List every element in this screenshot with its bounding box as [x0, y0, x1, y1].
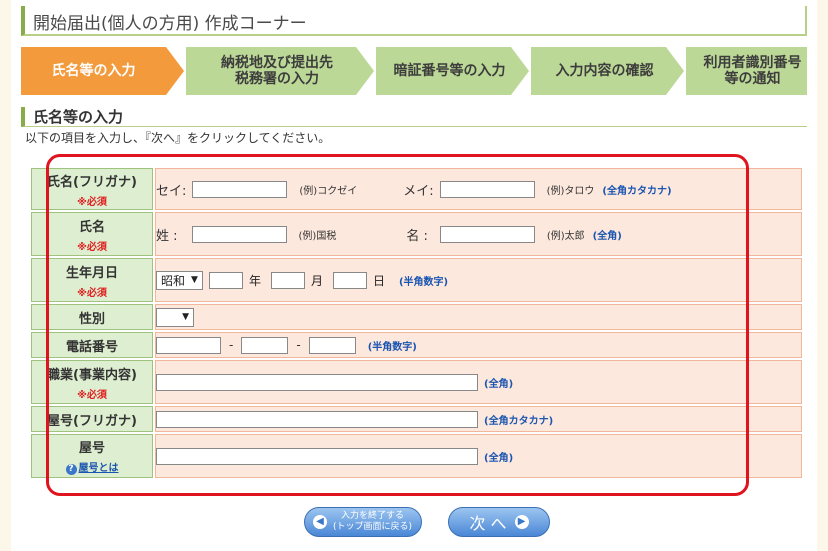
step-confirm: 入力内容の確認 — [531, 47, 666, 95]
step-name-entry: 氏名等の入力 — [21, 47, 166, 95]
section-title: 氏名等の入力 — [33, 108, 124, 126]
title-endcap — [805, 6, 807, 34]
page-title: 開始届出(個人の方用) 作成コーナー — [33, 14, 307, 34]
highlight-annotation — [46, 154, 749, 496]
instruction-text: 以下の項目を入力し、『次へ』をクリックしてください。 — [25, 131, 331, 145]
next-button[interactable]: 次 へ ▶ — [448, 507, 550, 537]
title-bar: 開始届出(個人の方用) 作成コーナー — [21, 6, 807, 36]
step-arrow-active — [166, 47, 184, 95]
exit-button[interactable]: ◀ 入力を終了する (トップ画面に戻る) — [304, 507, 422, 537]
step-arrow — [356, 47, 374, 95]
page: 開始届出(個人の方用) 作成コーナー 氏名等の入力 納税地及び提出先 税務署の入… — [11, 0, 817, 551]
step-arrow — [666, 47, 684, 95]
arrow-right-icon: ▶ — [514, 515, 529, 529]
section-heading: 氏名等の入力 — [21, 107, 807, 127]
step-tax-office: 納税地及び提出先 税務署の入力 — [186, 47, 356, 95]
step-notice: 利用者識別番号 等の通知 — [686, 47, 807, 95]
progress-steps: 氏名等の入力 納税地及び提出先 税務署の入力 暗証番号等の入力 入力内容の確認 … — [21, 47, 807, 95]
step-pin: 暗証番号等の入力 — [376, 47, 511, 95]
step-arrow — [511, 47, 529, 95]
arrow-left-icon: ◀ — [313, 515, 327, 529]
